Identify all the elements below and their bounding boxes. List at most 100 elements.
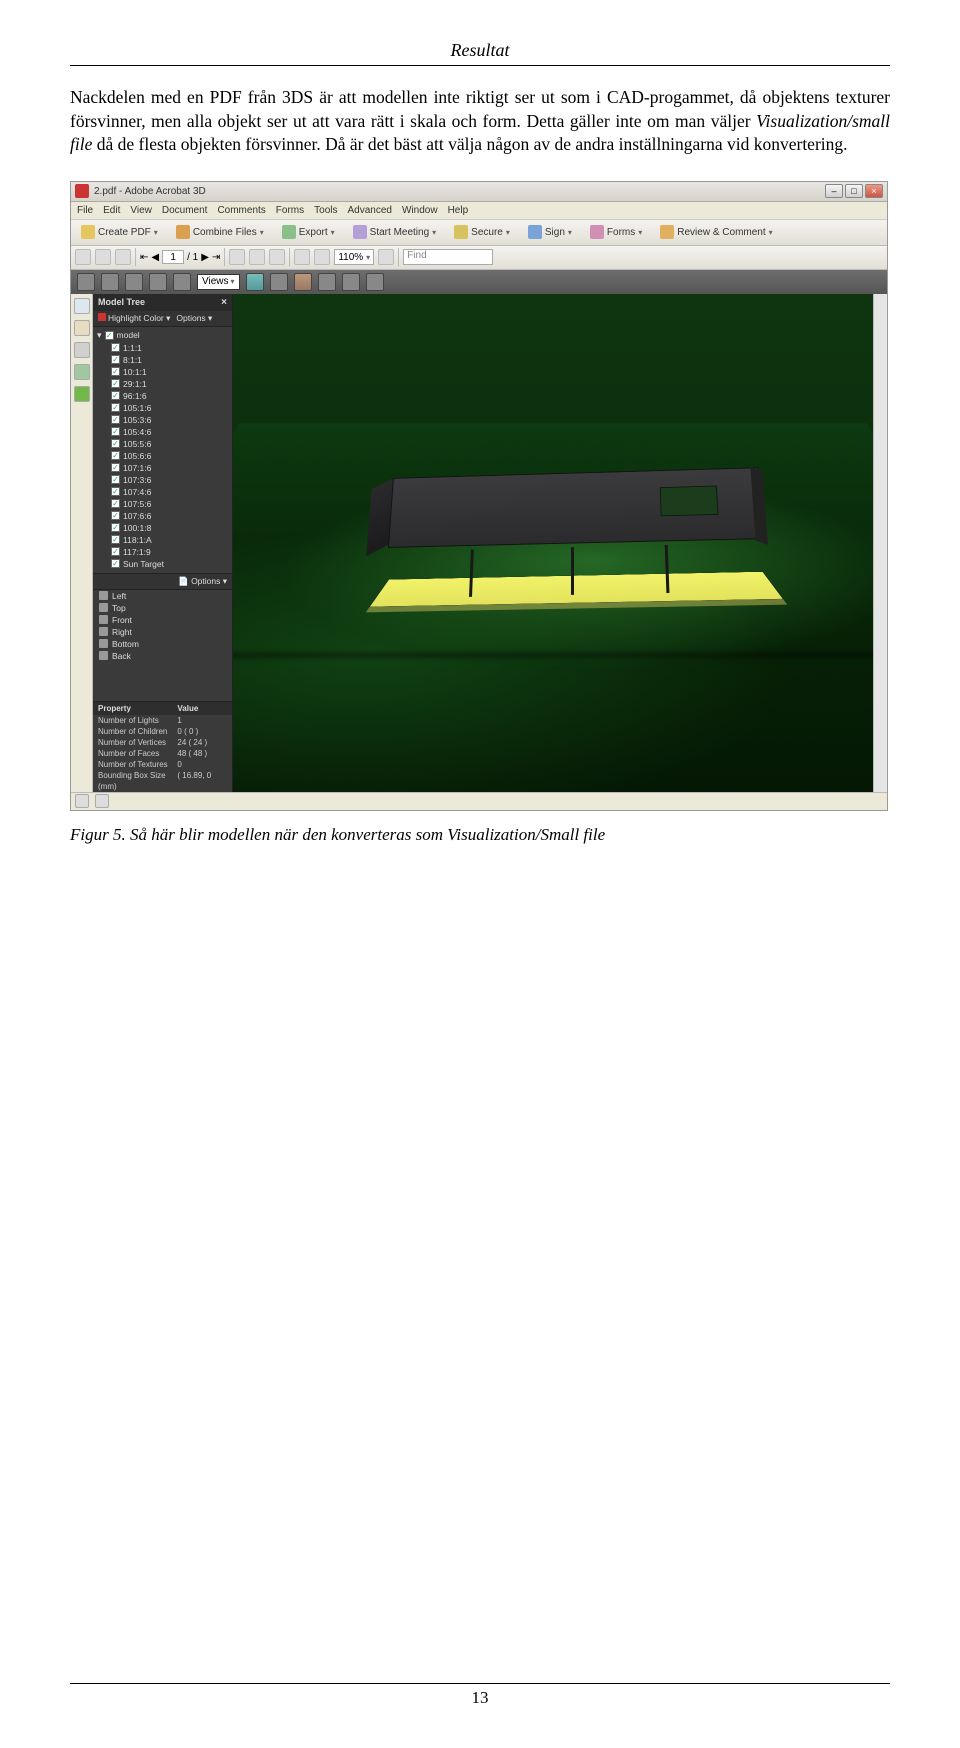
pages-panel-icon[interactable]	[74, 298, 90, 314]
menu-help[interactable]: Help	[448, 205, 469, 216]
tree-item[interactable]: 100:1:8	[97, 522, 228, 534]
tree-item[interactable]: 107:3:6	[97, 474, 228, 486]
scrollbar-vertical[interactable]	[873, 294, 887, 792]
measure-icon[interactable]	[366, 273, 384, 291]
walk-icon[interactable]	[149, 273, 167, 291]
menu-tools[interactable]: Tools	[314, 205, 337, 216]
tree-item[interactable]: 105:4:6	[97, 426, 228, 438]
checkbox-icon[interactable]	[111, 547, 120, 556]
marquee-icon[interactable]	[269, 249, 285, 265]
mail-icon[interactable]	[115, 249, 131, 265]
3d-viewport[interactable]	[233, 294, 873, 792]
tree-item[interactable]: 107:1:6	[97, 462, 228, 474]
export-button[interactable]: Export▾	[276, 222, 341, 242]
zoom-out-icon[interactable]	[294, 249, 310, 265]
menu-edit[interactable]: Edit	[103, 205, 120, 216]
sign-button[interactable]: Sign▾	[522, 222, 578, 242]
checkbox-icon[interactable]	[111, 463, 120, 472]
menu-file[interactable]: File	[77, 205, 93, 216]
tree-item[interactable]: 8:1:1	[97, 354, 228, 366]
select-tool-icon[interactable]	[229, 249, 245, 265]
menu-advanced[interactable]: Advanced	[348, 205, 392, 216]
tree-item[interactable]: Sun Target	[97, 558, 228, 570]
extra-3d-icon[interactable]	[342, 273, 360, 291]
checkbox-icon[interactable]	[111, 415, 120, 424]
checkbox-icon[interactable]	[111, 487, 120, 496]
bgcolor-icon[interactable]	[294, 273, 312, 291]
tree-item[interactable]: 105:6:6	[97, 450, 228, 462]
tree-item[interactable]: 117:1:9	[97, 546, 228, 558]
find-input[interactable]: Find	[403, 249, 493, 265]
panel-close-icon[interactable]: ×	[221, 297, 227, 308]
save-icon[interactable]	[95, 249, 111, 265]
tree-item[interactable]: 96:1:6	[97, 390, 228, 402]
tree-item[interactable]: 105:3:6	[97, 414, 228, 426]
menu-view[interactable]: View	[130, 205, 152, 216]
highlight-color-dropdown[interactable]: Highlight Color ▾	[98, 313, 170, 324]
menu-forms[interactable]: Forms	[276, 205, 304, 216]
view-item[interactable]: Top	[93, 602, 232, 614]
zoom-level[interactable]: 110%▾	[334, 249, 374, 265]
tree-item[interactable]: 107:6:6	[97, 510, 228, 522]
checkbox-icon[interactable]	[111, 499, 120, 508]
secure-button[interactable]: Secure▾	[448, 222, 516, 242]
view-item[interactable]: Bottom	[93, 638, 232, 650]
start-meeting-button[interactable]: Start Meeting▾	[347, 222, 443, 242]
checkbox-icon[interactable]	[111, 379, 120, 388]
rotate-icon[interactable]	[77, 273, 95, 291]
menu-window[interactable]: Window	[402, 205, 438, 216]
zoom3d-icon[interactable]	[125, 273, 143, 291]
pan-icon[interactable]	[101, 273, 119, 291]
tree-item[interactable]: 10:1:1	[97, 366, 228, 378]
tree-item[interactable]: 1:1:1	[97, 342, 228, 354]
checkbox-icon[interactable]	[111, 559, 120, 568]
views-options[interactable]: 📄 Options ▾	[178, 576, 227, 587]
fly-icon[interactable]	[173, 273, 191, 291]
checkbox-icon[interactable]	[111, 475, 120, 484]
fit-icon[interactable]	[378, 249, 394, 265]
hand-tool-icon[interactable]	[249, 249, 265, 265]
status-icon-2[interactable]	[95, 794, 109, 808]
checkbox-icon[interactable]	[111, 403, 120, 412]
checkbox-icon[interactable]	[105, 331, 114, 340]
menu-comments[interactable]: Comments	[217, 205, 265, 216]
tree-item[interactable]: 105:1:6	[97, 402, 228, 414]
menu-document[interactable]: Document	[162, 205, 208, 216]
tree-item[interactable]: 107:5:6	[97, 498, 228, 510]
views-dropdown[interactable]: Views▾	[197, 274, 240, 290]
tree-item[interactable]: 29:1:1	[97, 378, 228, 390]
checkbox-icon[interactable]	[111, 343, 120, 352]
view-item[interactable]: Back	[93, 650, 232, 662]
print-icon[interactable]	[75, 249, 91, 265]
menu-bar[interactable]: File Edit View Document Comments Forms T…	[71, 202, 887, 220]
close-button[interactable]: ×	[865, 184, 883, 198]
checkbox-icon[interactable]	[111, 355, 120, 364]
status-icon-1[interactable]	[75, 794, 89, 808]
maximize-button[interactable]: □	[845, 184, 863, 198]
checkbox-icon[interactable]	[111, 391, 120, 400]
signatures-panel-icon[interactable]	[74, 342, 90, 358]
page-input[interactable]	[162, 250, 184, 264]
cross-section-icon[interactable]	[318, 273, 336, 291]
minimize-button[interactable]: –	[825, 184, 843, 198]
view-item[interactable]: Front	[93, 614, 232, 626]
tree-item[interactable]: 105:5:6	[97, 438, 228, 450]
panel-options-dropdown[interactable]: Options ▾	[176, 313, 212, 324]
tree-item[interactable]: 118:1:A	[97, 534, 228, 546]
render-mode-icon[interactable]	[246, 273, 264, 291]
lighting-icon[interactable]	[270, 273, 288, 291]
tree-root-label[interactable]: model	[117, 330, 140, 340]
modeltree-panel-icon[interactable]	[74, 386, 90, 402]
attachments-panel-icon[interactable]	[74, 364, 90, 380]
checkbox-icon[interactable]	[111, 439, 120, 448]
model-tree[interactable]: ▾model 1:1:18:1:110:1:129:1:196:1:6105:1…	[93, 327, 232, 573]
combine-files-button[interactable]: Combine Files▾	[170, 222, 270, 242]
checkbox-icon[interactable]	[111, 427, 120, 436]
create-pdf-button[interactable]: Create PDF▾	[75, 222, 164, 242]
checkbox-icon[interactable]	[111, 367, 120, 376]
checkbox-icon[interactable]	[111, 535, 120, 544]
bookmarks-panel-icon[interactable]	[74, 320, 90, 336]
checkbox-icon[interactable]	[111, 451, 120, 460]
checkbox-icon[interactable]	[111, 511, 120, 520]
tree-item[interactable]: 107:4:6	[97, 486, 228, 498]
